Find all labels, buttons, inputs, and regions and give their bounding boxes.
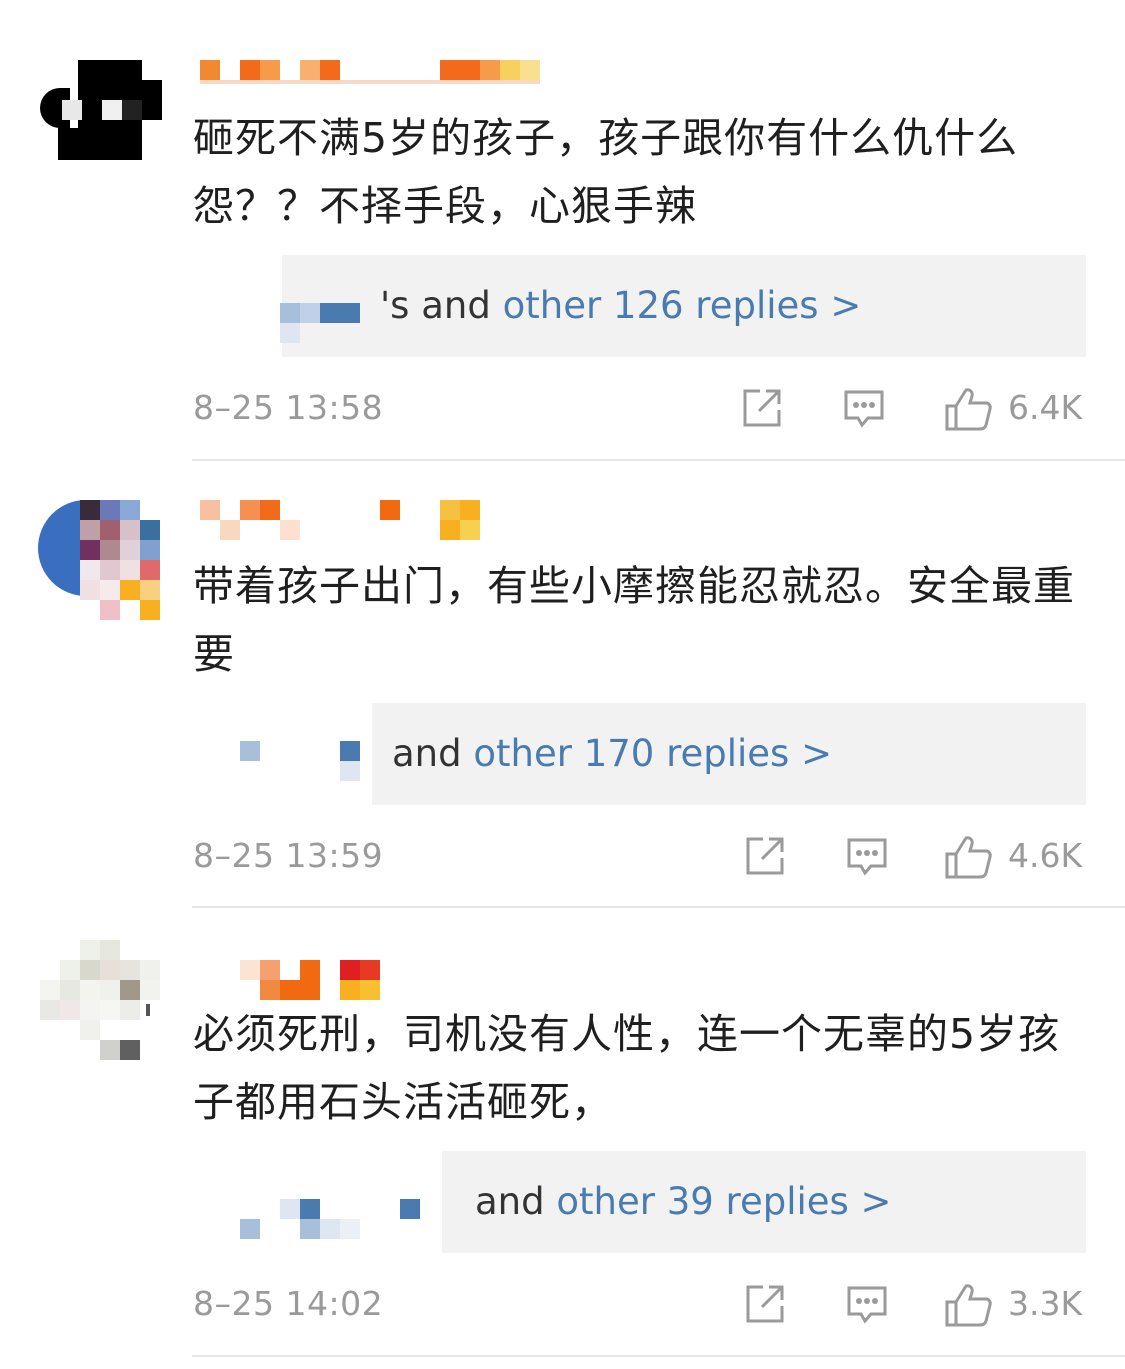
like-count: 3.3K	[1008, 1284, 1083, 1323]
avatar[interactable]	[38, 48, 162, 172]
comment-icon[interactable]	[842, 386, 886, 434]
comment-icon[interactable]	[845, 834, 889, 882]
share-icon[interactable]	[743, 834, 787, 882]
comment-meta: 8–25 14:02 3.3K	[0, 1276, 1125, 1332]
reply-author-suffix: and	[392, 732, 474, 775]
replies-summary[interactable]: and other 170 replies >	[392, 730, 832, 778]
username-redacted[interactable]	[192, 58, 612, 100]
replies-box[interactable]: and other 170 replies >	[192, 703, 1086, 805]
share-icon[interactable]	[740, 386, 784, 434]
replies-summary[interactable]: and other 39 replies >	[475, 1178, 892, 1226]
comment-icon[interactable]	[845, 1282, 889, 1330]
comment-meta: 8–25 13:59 4.6K	[0, 828, 1125, 884]
username-redacted[interactable]	[192, 498, 612, 540]
thumbs-up-icon[interactable]	[944, 386, 994, 436]
comment-time: 8–25 14:02	[193, 1284, 384, 1323]
more-replies-link[interactable]: other 170 replies >	[473, 732, 832, 775]
comment-time: 8–25 13:58	[193, 388, 384, 427]
replies-box[interactable]: 's and other 126 replies >	[192, 255, 1086, 357]
replies-summary[interactable]: 's and other 126 replies >	[380, 282, 861, 330]
comment-text: 带着孩子出门，有些小摩擦能忍就忍。安全最重要	[193, 562, 1075, 678]
like-count: 4.6K	[1008, 836, 1083, 875]
avatar[interactable]	[38, 938, 162, 1062]
reply-author-suffix: and	[475, 1180, 557, 1223]
divider	[192, 1355, 1125, 1357]
comment-text: 砸死不满5岁的孩子，孩子跟你有什么仇什么怨？？不择手段，心狠手辣	[193, 114, 1019, 230]
divider	[192, 906, 1125, 908]
more-replies-link[interactable]: other 126 replies >	[503, 284, 862, 327]
avatar[interactable]	[38, 496, 162, 620]
like-count: 6.4K	[1008, 388, 1083, 427]
username-redacted[interactable]	[192, 958, 612, 1000]
thumbs-up-icon[interactable]	[944, 1282, 994, 1332]
thumbs-up-icon[interactable]	[944, 834, 994, 884]
comment-time: 8–25 13:59	[193, 836, 384, 875]
reply-author-suffix: 's and	[380, 284, 503, 327]
more-replies-link[interactable]: other 39 replies >	[556, 1180, 891, 1223]
comment-text: 必须死刑，司机没有人性，连一个无辜的5岁孩子都用石头活活砸死，	[193, 1010, 1061, 1126]
replies-box[interactable]: and other 39 replies >	[192, 1151, 1086, 1253]
share-icon[interactable]	[743, 1282, 787, 1330]
comment-meta: 8–25 13:58 6.4K	[0, 380, 1125, 436]
divider	[192, 459, 1125, 461]
